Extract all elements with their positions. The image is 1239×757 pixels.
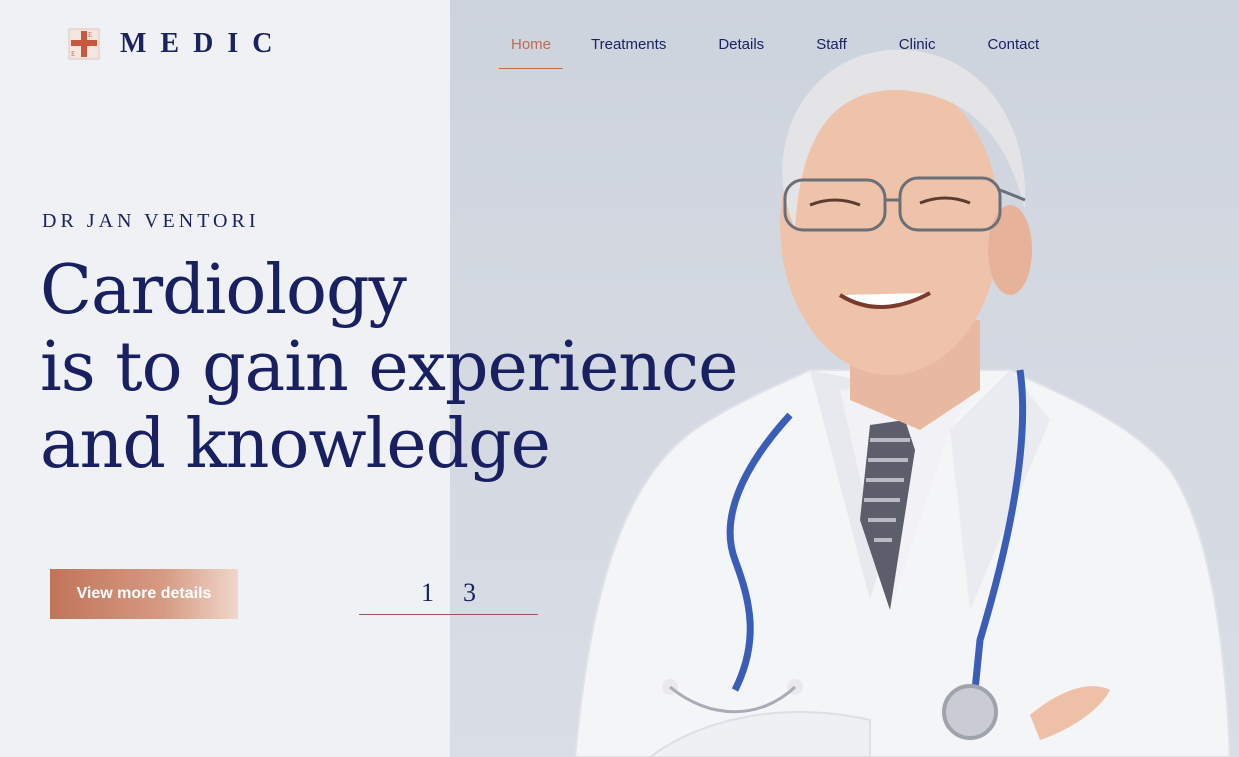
pager-total[interactable]: 3 (463, 578, 476, 608)
view-more-details-button[interactable]: View more details (50, 569, 238, 619)
headline-line-2: is to gain experience (40, 328, 738, 407)
nav-item-details[interactable]: Details (718, 34, 776, 69)
nav-item-treatments[interactable]: Treatments (591, 34, 678, 69)
nav-item-contact[interactable]: Contact (987, 34, 1051, 69)
svg-text:E: E (88, 31, 92, 39)
slide-pager[interactable]: 1 3 (359, 578, 538, 615)
medical-cross-icon: E E (68, 28, 100, 60)
headline-line-1: Cardiology (40, 251, 407, 330)
nav-item-home[interactable]: Home (499, 34, 564, 69)
hero-headline: Cardiology is to gain experience and kno… (40, 251, 738, 484)
doctor-name: DR JAN VENTORI (42, 210, 260, 232)
nav-item-staff[interactable]: Staff (816, 34, 859, 69)
main-nav: Home Treatments Details Staff Clinic Con… (499, 34, 1091, 69)
headline-line-3: and knowledge (40, 405, 551, 484)
brand-logo[interactable]: E E MEDIC (68, 28, 286, 60)
pager-current[interactable]: 1 (421, 578, 434, 608)
brand-name: MEDIC (120, 28, 287, 59)
svg-text:E: E (71, 50, 75, 58)
nav-item-clinic[interactable]: Clinic (899, 34, 948, 69)
